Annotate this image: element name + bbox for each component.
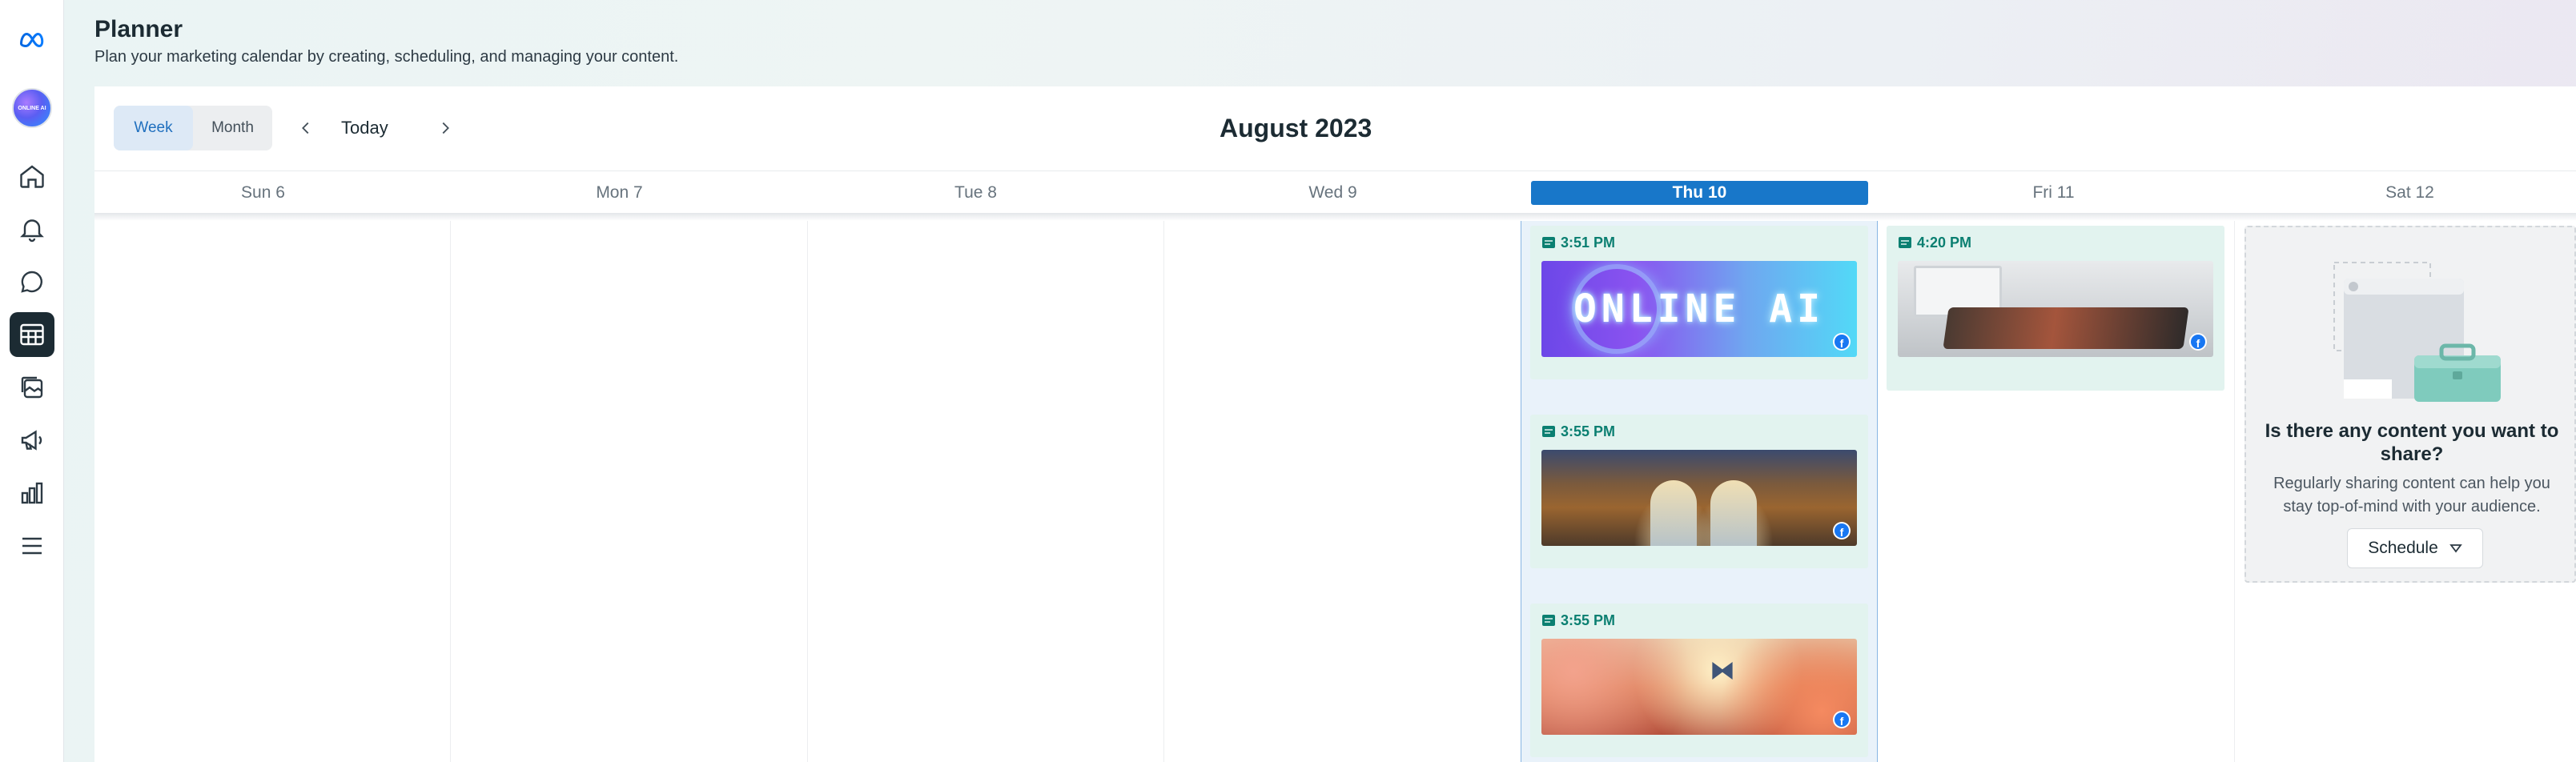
post-thumbnail: ⧓ f (1541, 639, 1857, 735)
calendar-toolbar: Week Month Today August 2023 (94, 86, 2576, 171)
sidebar-item-insights[interactable] (10, 471, 54, 515)
desk-mat-decoration (1943, 307, 2189, 349)
previous-week-button[interactable] (290, 112, 322, 144)
post-time: 3:51 PM (1561, 234, 1616, 251)
post-time: 4:20 PM (1917, 234, 1972, 251)
post-thumbnail: f (1541, 450, 1857, 546)
sidebar-item-all-tools[interactable] (10, 523, 54, 568)
home-icon (20, 165, 44, 188)
next-week-button[interactable] (429, 112, 461, 144)
page-subtitle: Plan your marketing calendar by creating… (94, 48, 679, 66)
header-divider (94, 213, 2576, 221)
post-time: 3:55 PM (1561, 423, 1616, 439)
chevron-right-icon (442, 122, 449, 134)
account-avatar[interactable]: ONLINE AI (12, 88, 52, 128)
post-type-icon (1541, 614, 1556, 627)
empty-state-text: Regularly sharing content can help you s… (2273, 475, 2550, 515)
post-card[interactable]: 3:55 PM ⧓ f (1530, 604, 1868, 757)
day-header-sat[interactable]: Sat 12 (2241, 181, 2576, 205)
bar-chart-icon (21, 482, 43, 504)
sidebar-item-notifications[interactable] (10, 207, 54, 251)
butterfly-decoration: ⧓ (1710, 656, 1735, 684)
week-view-button[interactable]: Week (114, 106, 193, 150)
empty-state-title: Is there any content you want to share? (2265, 420, 2559, 465)
caret-down-icon (2449, 544, 2462, 553)
empty-state-card: Is there any content you want to share? … (2244, 226, 2576, 583)
calendar-panel: Week Month Today August 2023 Sun 6 Mon 7… (94, 86, 2576, 762)
schedule-button-label: Schedule (2368, 539, 2438, 557)
post-type-icon (1898, 236, 1912, 249)
empty-state-illustration (2333, 262, 2501, 402)
sidebar-item-home[interactable] (10, 154, 54, 199)
post-type-icon (1541, 236, 1556, 249)
day-header-sun[interactable]: Sun 6 (94, 181, 432, 205)
facebook-icon: f (1833, 522, 1851, 539)
menu-icon (22, 537, 42, 555)
month-view-button[interactable]: Month (193, 106, 272, 150)
day-header-wed[interactable]: Wed 9 (1164, 181, 1501, 205)
post-card[interactable]: 4:20 PM f (1887, 226, 2224, 391)
column-divider (450, 221, 451, 762)
post-card[interactable]: 3:55 PM f (1530, 415, 1868, 568)
bell-icon (20, 219, 44, 243)
post-type-icon (1541, 425, 1556, 438)
facebook-icon: f (1833, 711, 1851, 728)
sidebar-item-content[interactable] (10, 365, 54, 410)
bridge-arch-decoration (1710, 480, 1757, 546)
meta-infinity-icon (19, 32, 44, 48)
post-time: 3:55 PM (1561, 612, 1616, 628)
column-divider (1163, 221, 1164, 762)
month-label: August 2023 (1220, 114, 1372, 142)
sidebar-item-inbox[interactable] (10, 259, 54, 304)
bridge-arch-decoration (1650, 480, 1697, 546)
day-header-tue[interactable]: Tue 8 (807, 181, 1144, 205)
meta-logo-icon[interactable] (10, 18, 54, 62)
page-title: Planner (94, 16, 183, 42)
column-divider (2234, 221, 2235, 762)
facebook-icon: f (1833, 333, 1851, 351)
chevron-left-icon (302, 122, 309, 134)
post-thumbnail: f (1898, 261, 2213, 357)
schedule-button[interactable]: Schedule (2347, 528, 2483, 568)
post-card[interactable]: 3:51 PM ONLINE AI f (1530, 226, 1868, 379)
day-header-fri[interactable]: Fri 11 (1885, 181, 2222, 205)
thumbnail-text: ONLINE AI (1573, 287, 1826, 331)
day-header-mon[interactable]: Mon 7 (451, 181, 788, 205)
post-thumbnail: ONLINE AI f (1541, 261, 1857, 357)
avatar-label: ONLINE AI (18, 105, 46, 111)
today-button[interactable]: Today (332, 110, 398, 146)
facebook-icon: f (2189, 333, 2207, 351)
calendar-grid-icon (20, 323, 44, 346)
sidebar-item-planner[interactable] (10, 312, 54, 357)
content-stack-icon (21, 376, 43, 399)
column-divider (807, 221, 808, 762)
left-sidebar: ONLINE AI (0, 0, 64, 762)
sidebar-item-ads[interactable] (10, 418, 54, 463)
chat-bubble-icon (21, 271, 42, 293)
day-header-thu-today[interactable]: Thu 10 (1531, 181, 1868, 205)
megaphone-icon (21, 430, 42, 451)
view-toggle: Week Month (114, 106, 272, 150)
